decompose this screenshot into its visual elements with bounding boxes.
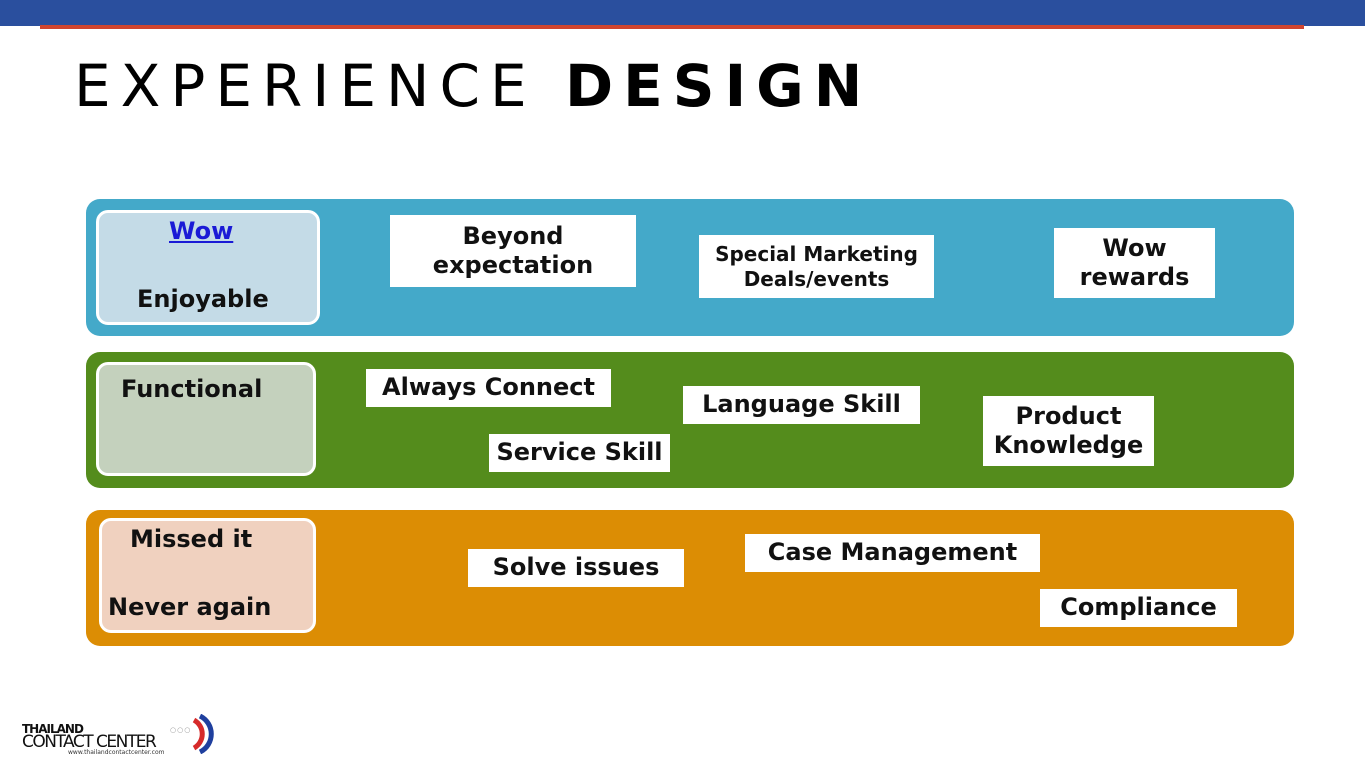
level-never-again-label: Never again — [108, 593, 272, 621]
logo-signal-arc-icon — [192, 714, 214, 754]
thailand-contact-center-logo: THAILAND CONTACT CENTER www.thailandcont… — [20, 714, 220, 758]
level-enjoyable-label: Enjoyable — [137, 285, 269, 313]
level-missed-card: Missed it Never again — [99, 518, 316, 633]
item-product-knowledge: Product Knowledge — [983, 396, 1154, 466]
item-language-skill: Language Skill — [683, 386, 920, 424]
top-banner-bar — [0, 0, 1365, 26]
item-service-skill: Service Skill — [489, 434, 670, 472]
item-compliance: Compliance — [1040, 589, 1237, 627]
item-wow-rewards: Wow rewards — [1054, 228, 1215, 298]
item-special-marketing: Special Marketing Deals/events — [699, 235, 934, 298]
slide-title: EXPERIENCE DESIGN — [74, 52, 872, 120]
accent-line — [40, 25, 1304, 29]
level-missed-label: Missed it — [130, 525, 253, 553]
item-always-connect: Always Connect — [366, 369, 611, 407]
title-bold: DESIGN — [565, 52, 873, 120]
level-functional-label: Functional — [121, 375, 263, 403]
logo-url: www.thailandcontactcenter.com — [68, 749, 165, 756]
item-solve-issues: Solve issues — [468, 549, 684, 587]
logo-dots: ○○○ — [170, 726, 192, 734]
title-light: EXPERIENCE — [74, 52, 537, 120]
item-beyond-expectation: Beyond expectation — [390, 215, 636, 287]
level-functional-card: Functional — [96, 362, 316, 476]
item-case-management: Case Management — [745, 534, 1040, 572]
level-wow-card: Wow Enjoyable — [96, 210, 320, 325]
wow-link[interactable]: Wow — [169, 217, 233, 245]
